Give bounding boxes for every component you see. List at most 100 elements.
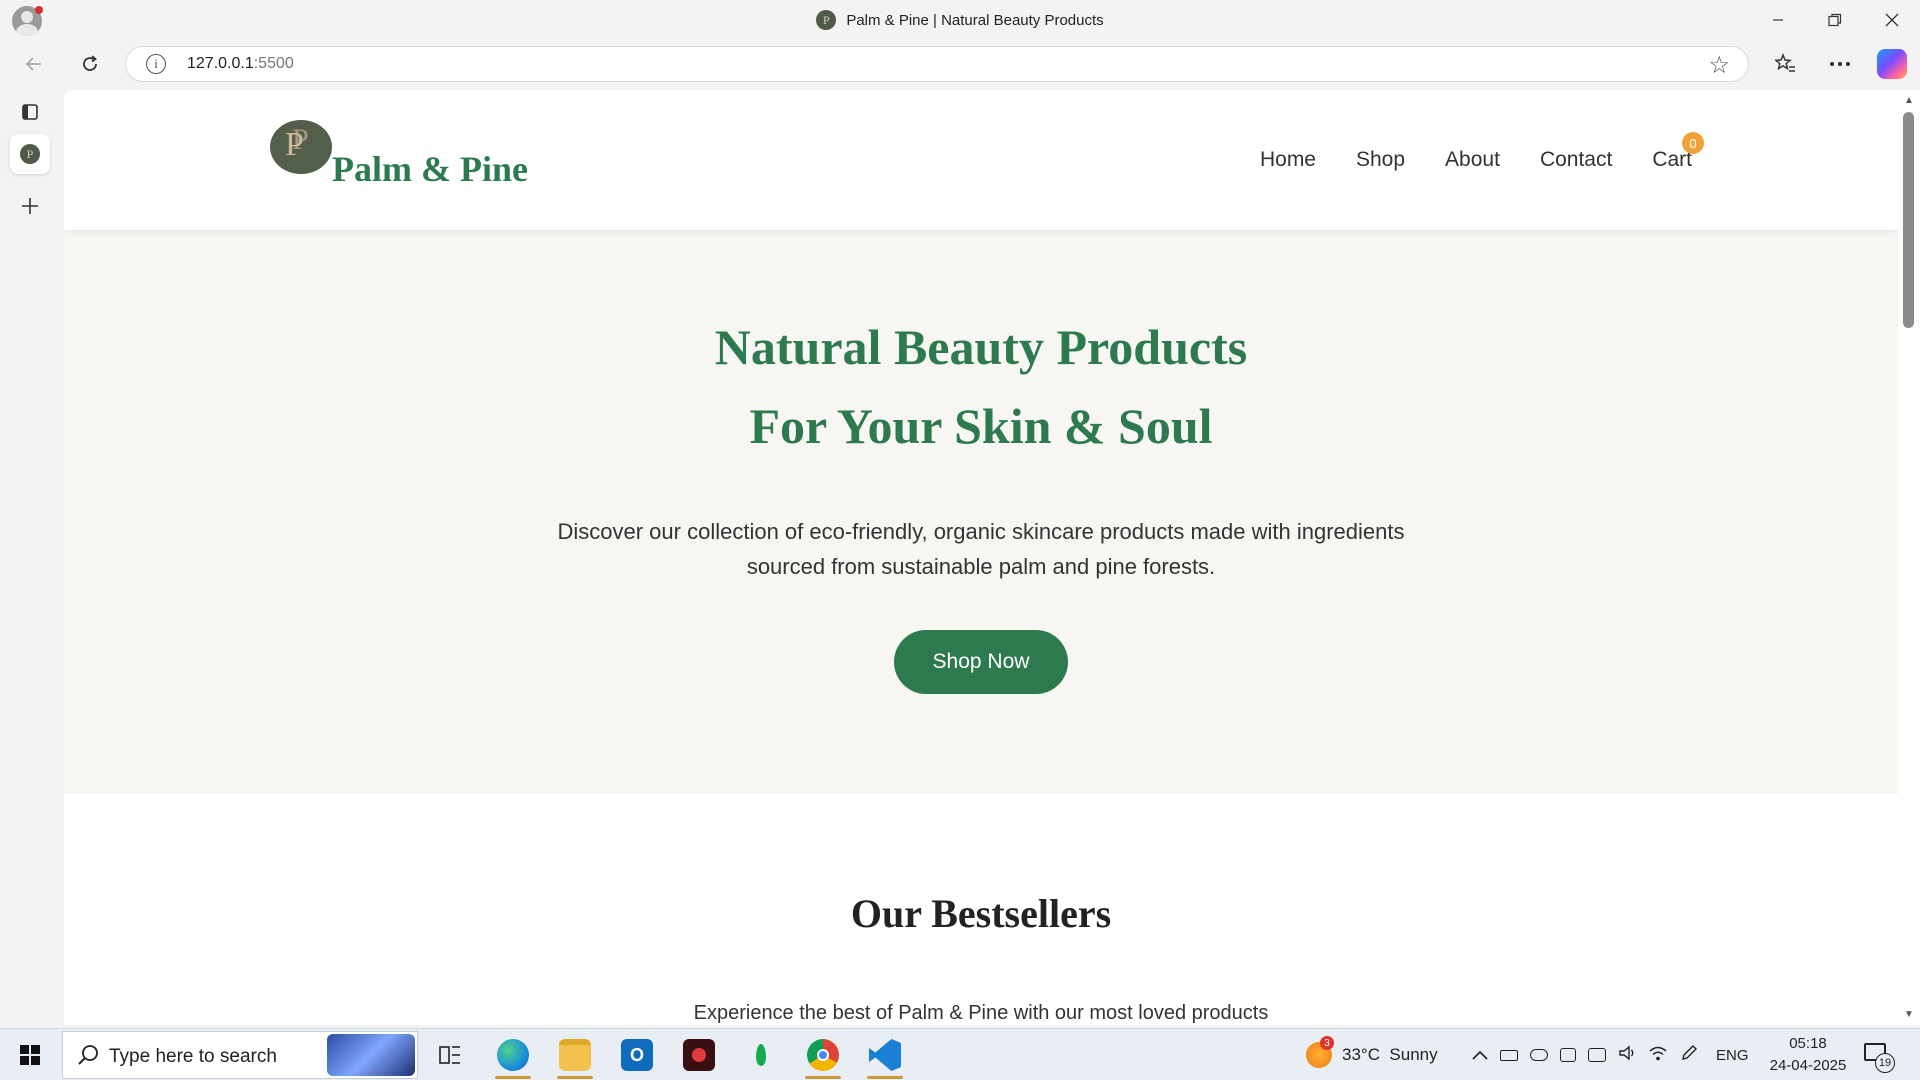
copilot-icon[interactable] — [1877, 49, 1907, 79]
brand-name[interactable]: Palm & Pine — [332, 148, 528, 190]
mongodb-icon — [745, 1039, 777, 1071]
taskbar-app-recorder[interactable] — [669, 1029, 729, 1080]
cart-count-badge: 0 — [1682, 132, 1704, 154]
vertical-tab-palm-pine[interactable]: P — [10, 134, 50, 174]
taskbar-app-file-explorer[interactable] — [545, 1029, 605, 1080]
windows-logo-icon — [20, 1045, 40, 1065]
tab-actions-button[interactable] — [10, 92, 50, 132]
taskbar-app-outlook[interactable]: O — [607, 1029, 667, 1080]
scroll-down-arrow-icon[interactable]: ▼ — [1903, 1008, 1915, 1020]
browser-toolbar: i 127.0.0.1:5500 ☆ — [0, 40, 1920, 88]
restore-icon — [1827, 13, 1841, 27]
taskbar-search-box[interactable]: Type here to search — [62, 1031, 418, 1079]
nav-cart-link[interactable]: Cart 0 — [1652, 132, 1704, 172]
page-scrollbar[interactable]: ▲ ▼ — [1898, 90, 1920, 1025]
meet-now-icon[interactable] — [1560, 1048, 1576, 1062]
volume-icon[interactable] — [1618, 1045, 1636, 1066]
minimize-icon — [1772, 19, 1783, 21]
taskbar-app-edge[interactable] — [483, 1029, 543, 1080]
site-info-icon[interactable]: i — [146, 54, 166, 74]
security-icon[interactable] — [1588, 1048, 1606, 1062]
restore-button[interactable] — [1806, 0, 1863, 40]
vertical-tabs-sidebar: P — [0, 88, 64, 1028]
wifi-icon[interactable] — [1648, 1045, 1668, 1066]
nav-contact-link[interactable]: Contact — [1540, 148, 1612, 172]
refresh-icon — [83, 55, 97, 71]
vscode-icon — [869, 1039, 901, 1071]
bestsellers-heading: Our Bestsellers — [850, 891, 1112, 936]
scroll-up-arrow-icon[interactable]: ▲ — [1903, 94, 1915, 106]
back-button[interactable] — [18, 48, 50, 80]
search-highlight-image — [327, 1034, 415, 1076]
file-explorer-icon — [559, 1039, 591, 1071]
notification-center-button[interactable]: 19 — [1862, 1039, 1895, 1073]
window-controls — [1749, 0, 1920, 40]
window-titlebar: P Palm & Pine | Natural Beauty Products — [0, 0, 1920, 40]
pen-icon[interactable] — [1680, 1044, 1698, 1067]
hero-title-line2: For Your Skin & Soul — [749, 398, 1213, 454]
notification-count-badge: 19 — [1875, 1053, 1895, 1073]
scrollbar-thumb[interactable] — [1903, 112, 1914, 328]
active-app-indicator — [557, 1076, 593, 1079]
minimize-button[interactable] — [1749, 0, 1806, 40]
site-header: P P Palm & Pine Home Shop About Contact … — [64, 90, 1898, 230]
new-tab-button[interactable] — [10, 186, 50, 226]
taskbar-app-mongodb[interactable] — [731, 1029, 791, 1080]
nav-about-link[interactable]: About — [1445, 148, 1500, 172]
arrow-left-icon — [25, 57, 41, 71]
task-view-icon — [439, 1046, 460, 1064]
clock-date: 24-04-2025 — [1769, 1057, 1847, 1074]
active-app-indicator — [805, 1076, 841, 1079]
logo-letter: P — [285, 126, 304, 163]
url-text[interactable]: 127.0.0.1:5500 — [187, 55, 294, 73]
taskbar-app-vscode[interactable] — [855, 1029, 915, 1080]
language-indicator[interactable]: ENG — [1716, 1047, 1749, 1064]
clock-time: 05:18 — [1789, 1035, 1827, 1052]
bestsellers-subtitle: Experience the best of Palm & Pine with … — [693, 1002, 1269, 1024]
taskbar-clock[interactable]: 05:18 24-04-2025 — [1766, 1033, 1850, 1077]
task-view-button[interactable] — [420, 1029, 480, 1080]
taskbar-app-chrome[interactable] — [793, 1029, 853, 1080]
page-viewport: P P Palm & Pine Home Shop About Contact … — [64, 90, 1898, 1025]
system-tray: ENG — [1472, 1029, 1749, 1080]
search-placeholder: Type here to search — [109, 1046, 277, 1067]
weather-text: 33°C Sunny — [1342, 1045, 1438, 1064]
start-button[interactable] — [0, 1029, 60, 1080]
favorite-star-icon[interactable]: ☆ — [1708, 51, 1730, 80]
battery-icon[interactable] — [1500, 1049, 1518, 1061]
chevron-up-icon — [1472, 1050, 1488, 1060]
main-nav: Home Shop About Contact Cart 0 — [1260, 132, 1704, 172]
url-host: 127.0.0.1 — [187, 55, 254, 72]
url-port: :5500 — [253, 55, 294, 72]
weather-widget[interactable]: 3 33°C Sunny — [1306, 1029, 1438, 1080]
close-window-button[interactable] — [1863, 0, 1920, 40]
recorder-icon — [683, 1039, 715, 1071]
ellipsis-icon — [1830, 62, 1850, 66]
site-favicon-icon: P — [20, 144, 40, 164]
edge-icon — [497, 1039, 529, 1071]
hero-desc-line2: sourced from sustainable palm and pine f… — [746, 554, 1216, 579]
nav-shop-link[interactable]: Shop — [1356, 148, 1405, 172]
cloud-sync-icon[interactable] — [1530, 1049, 1548, 1061]
active-app-indicator — [495, 1076, 531, 1079]
search-icon — [78, 1045, 98, 1065]
hero-desc-line1: Discover our collection of eco-friendly,… — [557, 519, 1405, 544]
outlook-icon: O — [621, 1039, 653, 1071]
tab-title-text: Palm & Pine | Natural Beauty Products — [846, 11, 1104, 29]
brand-logo-icon[interactable]: P P — [270, 120, 332, 174]
close-icon — [1885, 13, 1898, 27]
site-favicon-icon: P — [816, 10, 837, 30]
refresh-button[interactable] — [74, 48, 106, 80]
chrome-icon — [807, 1039, 839, 1071]
more-menu-button[interactable] — [1824, 48, 1856, 80]
nav-home-link[interactable]: Home — [1260, 148, 1316, 172]
sun-icon: 3 — [1306, 1036, 1334, 1068]
show-hidden-icons-button[interactable] — [1472, 1045, 1488, 1065]
address-bar[interactable]: i 127.0.0.1:5500 ☆ — [125, 46, 1749, 82]
favorites-button[interactable] — [1769, 48, 1801, 80]
hero-description: Discover our collection of eco-friendly,… — [64, 514, 1898, 584]
window-title: P Palm & Pine | Natural Beauty Products — [0, 0, 1920, 40]
hero-section: Natural Beauty Products For Your Skin & … — [64, 230, 1898, 794]
weather-alert-badge: 3 — [1320, 1036, 1334, 1050]
shop-now-button[interactable]: Shop Now — [894, 630, 1068, 694]
